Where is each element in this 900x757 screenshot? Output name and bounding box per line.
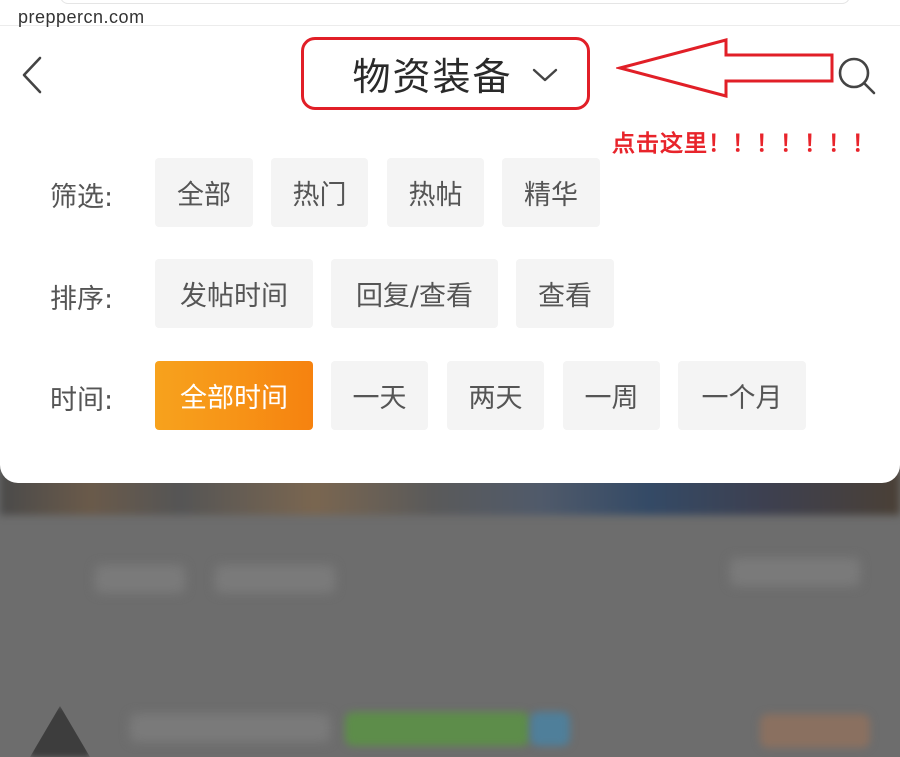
background-text-blur — [730, 558, 860, 586]
arrow-left-annotation-icon — [616, 38, 834, 98]
filter-label: 筛选: — [50, 182, 114, 213]
background-text-blur — [130, 714, 330, 742]
filter-chip-popular[interactable]: 热门 — [271, 158, 368, 227]
background-badge — [530, 712, 570, 746]
background-badge — [345, 712, 530, 746]
time-chip-one-day[interactable]: 一天 — [331, 361, 428, 430]
back-button[interactable] — [18, 55, 48, 95]
previous-header-edge — [60, 0, 850, 4]
annotation-hint: 点击这里！！！！！！！ — [612, 131, 876, 157]
filter-chip-hot-posts[interactable]: 热帖 — [387, 158, 484, 227]
time-chip-two-days[interactable]: 两天 — [447, 361, 544, 430]
background-avatar — [30, 706, 90, 757]
sort-chip-views[interactable]: 查看 — [516, 259, 614, 328]
category-dropdown[interactable]: 物资装备 — [301, 37, 590, 110]
sort-label: 排序: — [50, 284, 114, 315]
background-button — [760, 714, 870, 748]
filter-panel: preppercn.com 物资装备 点击这里！！！！！！！ 筛选: 全部 热门… — [0, 0, 900, 483]
sort-chip-post-time[interactable]: 发帖时间 — [155, 259, 313, 328]
filter-chip-all[interactable]: 全部 — [155, 158, 253, 227]
search-button[interactable] — [834, 53, 878, 97]
chevron-down-icon — [532, 68, 557, 81]
time-chip-one-month[interactable]: 一个月 — [678, 361, 806, 430]
search-icon — [838, 57, 876, 95]
chevron-left-icon — [22, 56, 42, 94]
time-chip-one-week[interactable]: 一周 — [563, 361, 660, 430]
background-text-blur — [215, 565, 335, 593]
time-label: 时间: — [50, 385, 114, 416]
background-text-blur — [95, 565, 185, 593]
time-chip-all-time[interactable]: 全部时间 — [155, 361, 313, 430]
filter-chip-featured[interactable]: 精华 — [502, 158, 600, 227]
watermark: preppercn.com — [18, 7, 145, 27]
sort-chip-replies-views[interactable]: 回复/查看 — [331, 259, 498, 328]
category-title: 物资装备 — [352, 55, 513, 99]
